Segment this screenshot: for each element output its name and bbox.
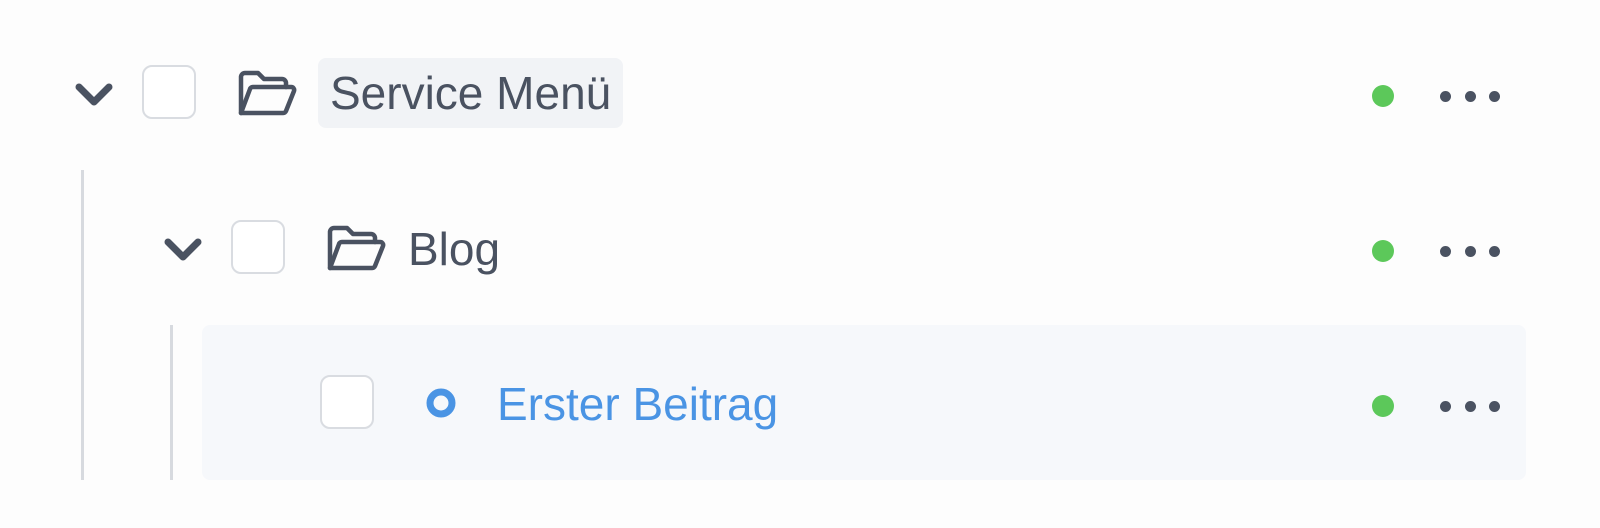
chevron-down-icon[interactable]: [161, 228, 205, 272]
status-online-dot: [1372, 85, 1394, 107]
more-horizontal-icon[interactable]: [1440, 236, 1500, 266]
status-online-dot: [1372, 240, 1394, 262]
chevron-down-icon[interactable]: [72, 73, 116, 117]
more-horizontal-icon[interactable]: [1440, 391, 1500, 421]
select-checkbox[interactable]: [320, 375, 374, 429]
tree-item-label[interactable]: Service Menü: [318, 58, 624, 128]
tree-item-erster-beitrag[interactable]: Erster Beitrag: [0, 325, 1600, 480]
page-circle-icon: [424, 386, 458, 420]
folder-open-icon: [236, 69, 298, 121]
more-horizontal-icon[interactable]: [1440, 81, 1500, 111]
tree-item-link[interactable]: Erster Beitrag: [497, 381, 778, 427]
select-checkbox[interactable]: [231, 220, 285, 274]
tree-item-label[interactable]: Blog: [408, 226, 500, 272]
select-checkbox[interactable]: [142, 65, 196, 119]
tree-item-service-menu[interactable]: Service Menü: [0, 45, 1600, 145]
status-online-dot: [1372, 395, 1394, 417]
page-tree: Service Menü Blog Erster Beitrag: [0, 0, 1600, 528]
folder-open-icon: [325, 224, 387, 276]
tree-item-blog[interactable]: Blog: [0, 200, 1600, 300]
row-hover-background: [202, 325, 1526, 480]
